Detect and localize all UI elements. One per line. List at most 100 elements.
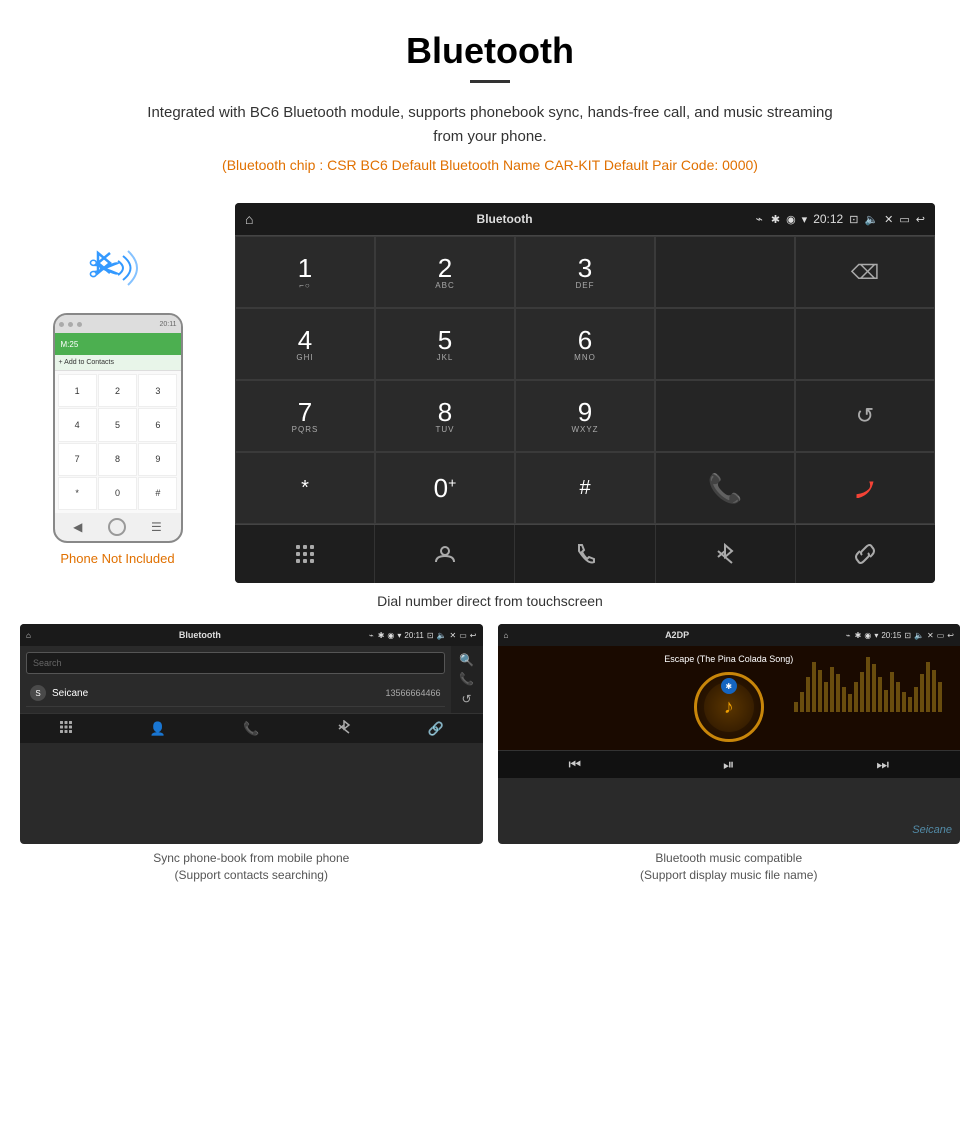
camera-icon[interactable]: ⊡: [849, 213, 858, 226]
dial-key-0[interactable]: 0+: [375, 452, 515, 524]
phone-add-contact: + Add to Contacts: [55, 355, 181, 371]
mini-back[interactable]: ↩: [470, 631, 477, 640]
music-usb: ⌁: [846, 631, 851, 640]
dial-key-1[interactable]: 1 ⌐○: [235, 236, 375, 308]
dial-key-5[interactable]: 5 JKL: [375, 308, 515, 380]
phone-key[interactable]: 4: [58, 408, 97, 441]
topbar-icons: ✱ ◉ ▾ 20:12 ⊡ 🔈 ✕ ▭ ↩: [771, 212, 925, 226]
refresh-side-icon[interactable]: ↺: [461, 692, 471, 706]
phonebook-screen: ⌂ Bluetooth ⌁ ✱ ◉ ▾ 20:11 ⊡ 🔈 ✕ ▭ ↩: [20, 624, 483, 844]
mini-location: ◉: [387, 631, 394, 640]
eq-bar: [842, 687, 846, 712]
phone-home-button[interactable]: [108, 518, 126, 536]
song-title: Escape (The Pina Colada Song): [664, 654, 793, 664]
dial-key-3[interactable]: 3 DEF: [515, 236, 655, 308]
add-contact-label: + Add to Contacts: [59, 359, 114, 366]
phone-dialpad: 1 2 3 4 5 6 7 8 9 * 0 #: [55, 371, 181, 513]
music-camera[interactable]: ⊡: [904, 631, 911, 640]
music-back[interactable]: ↩: [947, 631, 954, 640]
eq-bar: [824, 682, 828, 712]
mini-camera[interactable]: ⊡: [427, 631, 434, 640]
mini-link-icon[interactable]: 🔗: [428, 721, 444, 737]
dial-key-6[interactable]: 6 MNO: [515, 308, 655, 380]
dial-key-4[interactable]: 4 GHI: [235, 308, 375, 380]
next-track-icon[interactable]: ⏭: [876, 756, 889, 773]
dial-key-8[interactable]: 8 TUV: [375, 380, 515, 452]
search-box[interactable]: Search: [26, 652, 445, 674]
dial-key-hash[interactable]: #: [515, 452, 655, 524]
eq-bar: [896, 682, 900, 712]
mini-phone-icon[interactable]: 📞: [243, 721, 259, 737]
phone-section: ✂ 20:11 M:25 + Add to Con: [20, 203, 215, 566]
phonebook-caption: Sync phone-book from mobile phone (Suppo…: [20, 850, 483, 884]
mini-close[interactable]: ✕: [450, 631, 457, 640]
mini-person-icon[interactable]: 👤: [150, 721, 166, 737]
phone-key[interactable]: 7: [58, 443, 97, 476]
mini-dialpad-icon[interactable]: [59, 720, 73, 737]
music-win[interactable]: ▭: [937, 631, 945, 640]
toolbar-phone[interactable]: [515, 525, 655, 583]
usb-icon: ⌁: [756, 212, 763, 226]
phone-frame: 20:11 M:25 + Add to Contacts 1 2 3 4 5 6…: [53, 313, 183, 543]
mini-topbar-icons: ✱ ◉ ▾ 20:11 ⊡ 🔈 ✕ ▭ ↩: [378, 631, 477, 640]
toolbar-contacts[interactable]: [375, 525, 515, 583]
phonebook-caption-main: Sync phone-book from mobile phone: [153, 851, 349, 865]
eq-bar: [830, 667, 834, 712]
music-vol[interactable]: 🔈: [914, 631, 924, 640]
close-icon[interactable]: ✕: [884, 213, 893, 226]
back-icon[interactable]: ↩: [916, 213, 925, 226]
dial-key-7[interactable]: 7 PQRS: [235, 380, 375, 452]
eq-bar: [884, 690, 888, 712]
dial-empty-3: [655, 380, 795, 452]
dial-key-star[interactable]: *: [235, 452, 375, 524]
phone-key[interactable]: 3: [138, 374, 177, 407]
location-icon: ◉: [786, 213, 796, 226]
contact-row[interactable]: S Seicane 13566664466: [26, 680, 445, 707]
toolbar-link[interactable]: [796, 525, 935, 583]
window-icon[interactable]: ▭: [899, 213, 909, 226]
dial-hangup[interactable]: [795, 452, 935, 524]
mini-win[interactable]: ▭: [459, 631, 467, 640]
bt-status-icon: ✱: [771, 213, 780, 226]
eq-bar: [794, 702, 798, 712]
play-pause-icon[interactable]: ⏯: [723, 756, 734, 773]
dial-backspace[interactable]: ⌫: [795, 236, 935, 308]
phonebook-caption-sub: (Support contacts searching): [175, 868, 328, 882]
call-side-icon[interactable]: 📞: [459, 672, 474, 686]
dialpad-grid: 1 ⌐○ 2 ABC 3 DEF ⌫ 4 GHI: [235, 235, 935, 524]
mini-vol[interactable]: 🔈: [437, 631, 447, 640]
mini-bluetooth-icon[interactable]: [337, 720, 351, 737]
toolbar-bluetooth[interactable]: [656, 525, 796, 583]
dial-key-9[interactable]: 9 WXYZ: [515, 380, 655, 452]
music-home-icon[interactable]: ⌂: [504, 631, 509, 640]
music-screen: ⌂ A2DP ⌁ ✱ ◉ ▾ 20:15 ⊡ 🔈 ✕ ▭ ↩ Escape (T…: [498, 624, 961, 844]
music-close[interactable]: ✕: [927, 631, 934, 640]
phone-key[interactable]: 5: [98, 408, 137, 441]
search-side-icon[interactable]: 🔍: [459, 653, 474, 667]
phone-key[interactable]: 2: [98, 374, 137, 407]
prev-track-icon[interactable]: ⏮: [569, 756, 582, 773]
phone-screen: M:25 + Add to Contacts 1 2 3 4 5 6 7 8 9…: [55, 333, 181, 541]
dial-key-2[interactable]: 2 ABC: [375, 236, 515, 308]
mini-home-icon[interactable]: ⌂: [26, 631, 31, 640]
page-header: Bluetooth Integrated with BC6 Bluetooth …: [0, 0, 980, 203]
toolbar-dialpad[interactable]: [235, 525, 375, 583]
phone-key[interactable]: 0: [98, 477, 137, 510]
phone-key[interactable]: #: [138, 477, 177, 510]
phone-menu-icon[interactable]: ☰: [151, 520, 162, 534]
mini-time: 20:11: [404, 631, 423, 640]
dial-refresh[interactable]: ↺: [795, 380, 935, 452]
music-note-icon: ♪: [724, 696, 734, 719]
dial-call[interactable]: 📞: [655, 452, 795, 524]
phone-key[interactable]: 9: [138, 443, 177, 476]
volume-icon[interactable]: 🔈: [864, 213, 878, 226]
music-caption-main: Bluetooth music compatible: [655, 851, 802, 865]
phone-key[interactable]: 1: [58, 374, 97, 407]
phone-key[interactable]: 8: [98, 443, 137, 476]
music-item: ⌂ A2DP ⌁ ✱ ◉ ▾ 20:15 ⊡ 🔈 ✕ ▭ ↩ Escape (T…: [498, 624, 961, 884]
home-icon[interactable]: ⌂: [245, 211, 253, 227]
phone-key[interactable]: 6: [138, 408, 177, 441]
phone-back-icon[interactable]: ◀: [73, 520, 82, 534]
screen-topbar: ⌂ Bluetooth ⌁ ✱ ◉ ▾ 20:12 ⊡ 🔈 ✕ ▭ ↩: [235, 203, 935, 235]
phone-key[interactable]: *: [58, 477, 97, 510]
